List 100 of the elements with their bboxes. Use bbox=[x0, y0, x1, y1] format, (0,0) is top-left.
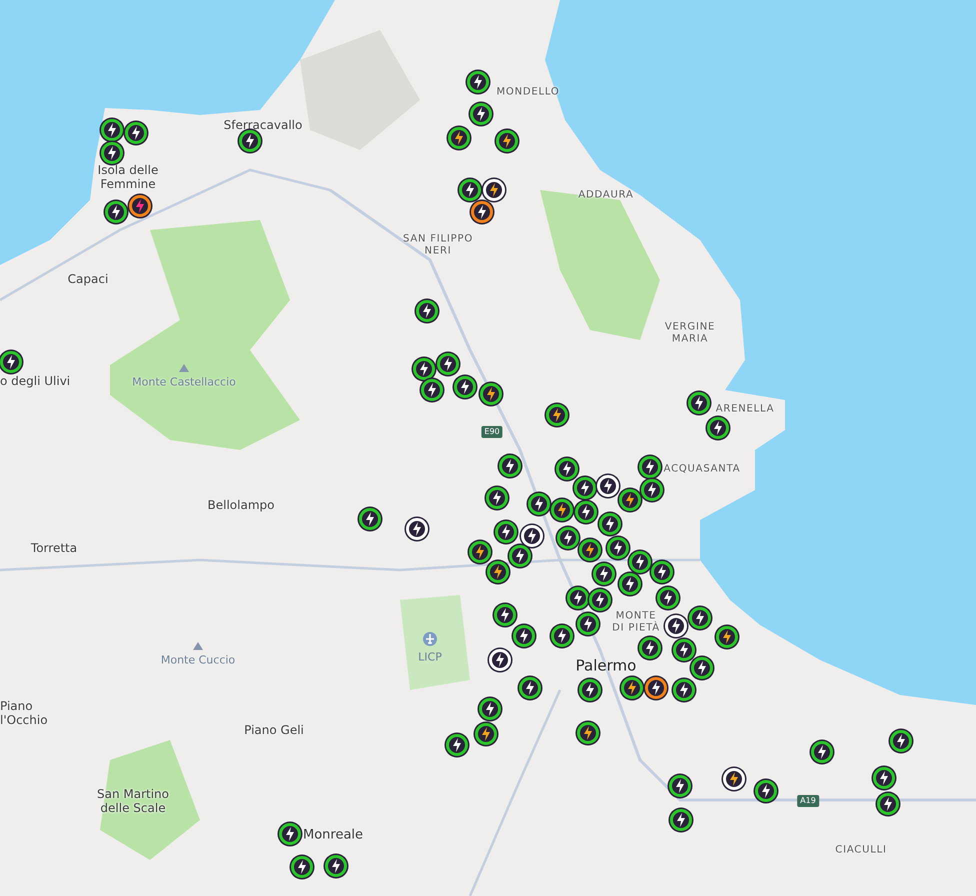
charging-station-marker[interactable] bbox=[509, 545, 531, 567]
charging-station-marker[interactable] bbox=[645, 677, 667, 699]
airport-label: LICP bbox=[418, 652, 442, 664]
place-label: Bellolampo bbox=[208, 499, 274, 513]
charging-station-marker[interactable] bbox=[691, 657, 713, 679]
charging-station-marker[interactable] bbox=[673, 679, 695, 701]
charging-station-marker[interactable] bbox=[519, 677, 541, 699]
charging-station-marker[interactable] bbox=[551, 499, 573, 521]
lightning-icon bbox=[896, 734, 906, 748]
place-label: Isola delle Femmine bbox=[98, 164, 158, 192]
town-label: Monreale bbox=[302, 828, 364, 844]
charging-station-marker[interactable] bbox=[755, 780, 777, 802]
charging-station-marker[interactable] bbox=[579, 679, 601, 701]
charging-station-marker[interactable] bbox=[639, 456, 661, 478]
charging-station-marker[interactable] bbox=[480, 383, 502, 405]
charging-station-marker[interactable] bbox=[129, 195, 151, 217]
charging-station-marker[interactable] bbox=[359, 508, 381, 530]
charging-station-marker[interactable] bbox=[0, 351, 22, 373]
charging-station-marker[interactable] bbox=[101, 142, 123, 164]
charging-station-marker[interactable] bbox=[325, 855, 347, 877]
charging-station-marker[interactable] bbox=[513, 625, 535, 647]
charging-station-marker[interactable] bbox=[528, 493, 550, 515]
charging-station-marker[interactable] bbox=[890, 730, 912, 752]
charging-station-marker[interactable] bbox=[101, 119, 123, 141]
lightning-icon bbox=[515, 549, 525, 563]
lightning-icon bbox=[489, 183, 499, 197]
charging-station-marker[interactable] bbox=[593, 563, 615, 585]
charging-station-marker[interactable] bbox=[599, 513, 621, 535]
district-label: ACQUASANTA bbox=[664, 463, 740, 475]
charging-station-marker[interactable] bbox=[575, 501, 597, 523]
charging-station-marker[interactable] bbox=[475, 723, 497, 745]
charging-station-marker[interactable] bbox=[487, 561, 509, 583]
lightning-icon bbox=[495, 653, 505, 667]
charging-station-marker[interactable] bbox=[467, 71, 489, 93]
charging-station-marker[interactable] bbox=[454, 376, 476, 398]
charging-station-marker[interactable] bbox=[574, 477, 596, 499]
charging-station-marker[interactable] bbox=[479, 698, 501, 720]
charging-station-marker[interactable] bbox=[811, 741, 833, 763]
charging-station-marker[interactable] bbox=[619, 489, 641, 511]
charging-station-marker[interactable] bbox=[556, 458, 578, 480]
charging-station-marker[interactable] bbox=[551, 625, 573, 647]
lightning-icon bbox=[135, 199, 145, 213]
charging-station-marker[interactable] bbox=[689, 607, 711, 629]
charging-station-marker[interactable] bbox=[486, 487, 508, 509]
charging-station-marker[interactable] bbox=[421, 379, 443, 401]
charging-station-marker[interactable] bbox=[657, 587, 679, 609]
charging-station-marker[interactable] bbox=[877, 793, 899, 815]
charging-station-marker[interactable] bbox=[688, 392, 710, 414]
charging-station-marker[interactable] bbox=[577, 613, 599, 635]
charging-station-marker[interactable] bbox=[105, 201, 127, 223]
charging-station-marker[interactable] bbox=[495, 521, 517, 543]
charging-station-marker[interactable] bbox=[546, 404, 568, 426]
charging-station-marker[interactable] bbox=[499, 455, 521, 477]
charging-station-marker[interactable] bbox=[471, 201, 493, 223]
lightning-icon bbox=[486, 387, 496, 401]
charging-station-marker[interactable] bbox=[579, 539, 601, 561]
charging-station-marker[interactable] bbox=[651, 561, 673, 583]
district-label: SAN FILIPPO NERI bbox=[403, 234, 473, 256]
road-shield: E90 bbox=[481, 426, 503, 438]
charging-station-marker[interactable] bbox=[416, 300, 438, 322]
lightning-icon bbox=[645, 460, 655, 474]
lightning-icon bbox=[645, 641, 655, 655]
charging-station-marker[interactable] bbox=[589, 589, 611, 611]
charging-station-marker[interactable] bbox=[459, 179, 481, 201]
charging-station-marker[interactable] bbox=[621, 677, 643, 699]
charging-station-marker[interactable] bbox=[469, 541, 491, 563]
peak-label: Monte Castellaccio bbox=[132, 376, 236, 390]
lightning-icon bbox=[663, 591, 673, 605]
charging-station-marker[interactable] bbox=[670, 809, 692, 831]
charging-station-marker[interactable] bbox=[448, 127, 470, 149]
charging-station-marker[interactable] bbox=[641, 479, 663, 501]
lightning-icon bbox=[454, 131, 464, 145]
lightning-icon bbox=[111, 205, 121, 219]
charging-station-marker[interactable] bbox=[494, 604, 516, 626]
charging-station-marker[interactable] bbox=[291, 856, 313, 878]
place-label: Piano l'Occhio bbox=[0, 700, 48, 728]
lightning-icon bbox=[883, 797, 893, 811]
lightning-icon bbox=[817, 745, 827, 759]
charging-station-marker[interactable] bbox=[413, 358, 435, 380]
place-label: o degli Ulivi bbox=[0, 375, 70, 389]
charging-station-marker[interactable] bbox=[446, 734, 468, 756]
charging-station-marker[interactable] bbox=[716, 626, 738, 648]
charging-station-marker[interactable] bbox=[437, 353, 459, 375]
charging-station-marker[interactable] bbox=[557, 527, 579, 549]
charging-station-marker[interactable] bbox=[567, 587, 589, 609]
charging-station-marker[interactable] bbox=[239, 130, 261, 152]
charging-station-marker[interactable] bbox=[629, 551, 651, 573]
charging-station-marker[interactable] bbox=[639, 637, 661, 659]
charging-station-marker[interactable] bbox=[496, 130, 518, 152]
charging-station-marker[interactable] bbox=[125, 122, 147, 144]
charging-station-marker[interactable] bbox=[673, 639, 695, 661]
charging-station-marker[interactable] bbox=[279, 823, 301, 845]
charging-station-marker[interactable] bbox=[873, 767, 895, 789]
charging-station-marker[interactable] bbox=[669, 775, 691, 797]
charging-station-marker[interactable] bbox=[607, 537, 629, 559]
charging-station-marker[interactable] bbox=[577, 722, 599, 744]
charging-station-marker[interactable] bbox=[619, 573, 641, 595]
charging-station-marker[interactable] bbox=[707, 417, 729, 439]
charging-station-marker[interactable] bbox=[470, 103, 492, 125]
lightning-icon bbox=[6, 355, 16, 369]
